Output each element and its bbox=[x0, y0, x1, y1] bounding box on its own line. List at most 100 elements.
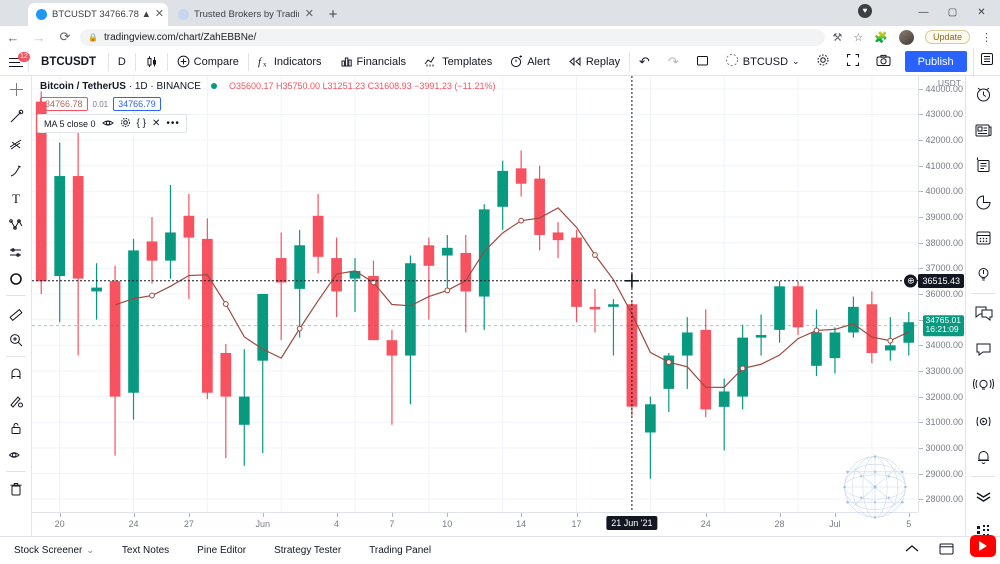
update-button[interactable]: Update bbox=[924, 30, 970, 44]
tab-strategy-tester[interactable]: Strategy Tester bbox=[260, 537, 355, 564]
maximize-button[interactable]: ▢ bbox=[938, 2, 967, 24]
calendar-icon[interactable] bbox=[966, 220, 1000, 256]
magnet-icon[interactable] bbox=[0, 360, 32, 387]
templates-button[interactable]: Templates bbox=[415, 48, 501, 76]
collapse-chevron-icon[interactable] bbox=[895, 544, 929, 556]
more-icon[interactable]: ••• bbox=[166, 118, 180, 129]
broadcast-stream-icon[interactable] bbox=[966, 403, 1000, 439]
publish-button[interactable]: Publish bbox=[904, 51, 967, 72]
bottom-panel-tabs: Stock Screener ⌄ Text Notes Pine Editor … bbox=[0, 536, 1000, 563]
menu-badge: 12 bbox=[18, 51, 30, 62]
extension-alert-icon[interactable]: ⚒ bbox=[833, 31, 843, 44]
chart-type-button[interactable] bbox=[136, 48, 167, 76]
interval-button[interactable]: D bbox=[109, 48, 135, 76]
public-chat-icon[interactable] bbox=[966, 331, 1000, 367]
snapshot-button[interactable] bbox=[868, 48, 899, 76]
youtube-badge[interactable] bbox=[970, 535, 996, 557]
shapes-circle-icon[interactable] bbox=[0, 265, 32, 292]
tab-text-notes[interactable]: Text Notes bbox=[108, 537, 183, 564]
compare-button[interactable]: Compare bbox=[168, 48, 248, 76]
source-code-icon[interactable]: { } bbox=[137, 118, 146, 129]
price-scale[interactable]: USDT 44000.00 43000.00 42000.00 41000.00 400… bbox=[904, 76, 965, 512]
layout-button[interactable] bbox=[688, 48, 717, 76]
close-window-button[interactable]: ✕ bbox=[967, 2, 996, 24]
zoom-in-icon[interactable] bbox=[0, 326, 32, 353]
fullscreen-icon bbox=[846, 53, 860, 70]
bookmark-star-icon[interactable]: ☆ bbox=[853, 31, 863, 44]
minimize-button[interactable]: — bbox=[909, 2, 938, 24]
notifications-bell-icon[interactable] bbox=[966, 439, 1000, 475]
templates-icon bbox=[424, 55, 438, 68]
trend-line-icon[interactable] bbox=[0, 103, 32, 130]
ideas-icon[interactable] bbox=[966, 148, 1000, 184]
right-panel-toggle[interactable] bbox=[972, 47, 1000, 76]
chevron-down-icon[interactable]: ⌄ bbox=[86, 545, 94, 556]
undo-button[interactable]: ↶ bbox=[630, 48, 659, 76]
address-bar[interactable]: 🔒 tradingview.com/chart/ZahEBBNe/ bbox=[80, 28, 825, 46]
new-tab-button[interactable]: + bbox=[324, 6, 342, 24]
main-menu-button[interactable]: 12 bbox=[0, 48, 30, 76]
tab-label: Stock Screener bbox=[14, 544, 83, 556]
browser-tab-title: BTCUSDT 34766.78 ▲ +1.6% BTC bbox=[52, 9, 149, 20]
tab-stock-screener[interactable]: Stock Screener ⌄ bbox=[0, 537, 108, 564]
last-price-label: 34765.01 16:21:09 bbox=[922, 314, 964, 337]
drawing-mode-icon[interactable] bbox=[0, 387, 32, 414]
remove-drawings-icon[interactable] bbox=[0, 475, 32, 502]
tab-trading-panel[interactable]: Trading Panel bbox=[355, 537, 445, 564]
ask-price[interactable]: 34766.79 bbox=[113, 97, 161, 111]
fullscreen-button[interactable] bbox=[838, 48, 868, 76]
puzzle-extensions-icon[interactable]: 🧩 bbox=[874, 31, 888, 44]
heart-icon[interactable]: ♥ bbox=[858, 4, 872, 18]
settings-icon[interactable] bbox=[120, 117, 131, 130]
browser-tab-brokers[interactable]: Trusted Brokers by Trading Acad ✕ bbox=[170, 3, 318, 26]
avatar[interactable] bbox=[898, 29, 914, 45]
eye-icon[interactable] bbox=[101, 118, 114, 130]
compare-label: Compare bbox=[193, 55, 239, 68]
reload-button[interactable]: ⟳ bbox=[52, 29, 78, 45]
tab-pine-editor[interactable]: Pine Editor bbox=[183, 537, 260, 564]
chevron-collapse-icon[interactable] bbox=[966, 478, 1000, 514]
brush-icon[interactable] bbox=[0, 157, 32, 184]
omnibox-actions: ⚒ ☆ 🧩 Update ⋮ bbox=[833, 29, 1000, 45]
chat-icon[interactable] bbox=[966, 295, 1000, 331]
symbol-button[interactable]: BTCUSDT bbox=[29, 48, 108, 76]
price-tick: 32000.00 bbox=[925, 391, 963, 402]
svg-text:T: T bbox=[12, 191, 20, 205]
pie-data-icon[interactable] bbox=[966, 184, 1000, 220]
alarm-clock-icon[interactable] bbox=[966, 76, 1000, 112]
ma-label: MA 5 close 0 bbox=[44, 118, 96, 129]
text-icon[interactable]: T bbox=[0, 184, 32, 211]
hide-drawings-icon[interactable] bbox=[0, 441, 32, 468]
close-icon[interactable]: ✕ bbox=[152, 118, 160, 129]
pattern-icon[interactable] bbox=[0, 211, 32, 238]
price-tick-mark bbox=[919, 191, 923, 193]
settings-button[interactable] bbox=[808, 48, 838, 76]
broadcast-icon[interactable] bbox=[966, 367, 1000, 403]
close-icon[interactable]: ✕ bbox=[155, 9, 164, 20]
fib-retracement-icon[interactable] bbox=[0, 130, 32, 157]
back-button[interactable]: ← bbox=[0, 30, 26, 45]
measure-ruler-icon[interactable] bbox=[0, 299, 32, 326]
replay-button[interactable]: Replay bbox=[559, 48, 629, 76]
indicators-button[interactable]: fx Indicators bbox=[249, 48, 331, 76]
gear-icon bbox=[816, 53, 830, 70]
time-tick: 17 bbox=[571, 519, 582, 529]
crosshair-icon[interactable] bbox=[0, 76, 32, 103]
indicator-legend-ma[interactable]: MA 5 close 0 { } ✕ ••• bbox=[37, 114, 187, 133]
price-tick: 33000.00 bbox=[925, 365, 963, 376]
right-toolbar bbox=[965, 76, 1000, 563]
forecast-icon[interactable] bbox=[0, 238, 32, 265]
browser-tab-tradingview[interactable]: BTCUSDT 34766.78 ▲ +1.6% BTC ✕ bbox=[28, 3, 168, 26]
chart-canvas[interactable] bbox=[32, 76, 918, 512]
bid-price[interactable]: 34766.78 bbox=[40, 97, 88, 111]
time-scale[interactable]: 20 24 27 Jun 4 7 10 14 17 24 28 Jul 5 21 Jun '21 bbox=[32, 512, 918, 537]
browser-menu-button[interactable]: ⋮ bbox=[981, 31, 992, 44]
quote-source-button[interactable]: BTCUSD ⌄ bbox=[717, 48, 808, 76]
financials-button[interactable]: Financials bbox=[331, 48, 416, 76]
news-icon[interactable] bbox=[966, 112, 1000, 148]
lock-drawings-icon[interactable] bbox=[0, 414, 32, 441]
chart-legend[interactable]: Bitcoin / TetherUS · 1D · BINANCE O35600.… bbox=[40, 81, 496, 92]
alert-button[interactable]: Alert bbox=[501, 48, 559, 76]
hotlist-icon[interactable] bbox=[966, 256, 1000, 292]
close-icon[interactable]: ✕ bbox=[305, 9, 314, 20]
